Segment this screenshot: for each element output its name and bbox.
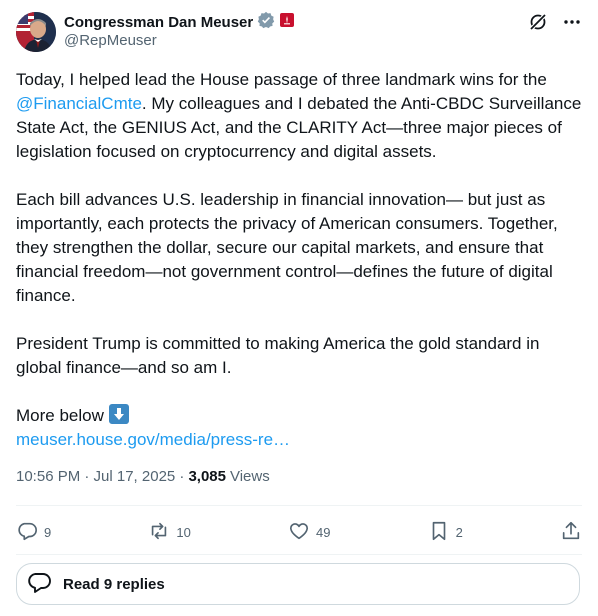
- replies-bubble-icon: [25, 568, 53, 601]
- like-icon: [288, 520, 310, 545]
- author-name-row: Congressman Dan Meuser: [64, 11, 295, 34]
- verified-badge-icon[interactable]: [257, 11, 275, 34]
- repost-count: 10: [176, 524, 191, 540]
- divider: [16, 505, 582, 506]
- reply-count: 9: [44, 524, 52, 540]
- tweet-paragraph-1: Today, I helped lead the House passage o…: [16, 68, 586, 164]
- tweet-paragraph-4: More below meuser.house.gov/media/press-…: [16, 404, 586, 452]
- reply-button[interactable]: 9: [16, 520, 51, 545]
- share-button[interactable]: [560, 520, 582, 545]
- repost-icon: [148, 520, 170, 545]
- repost-button[interactable]: 10: [148, 520, 191, 545]
- top-actions: [528, 12, 582, 32]
- house-affiliation-icon[interactable]: [279, 12, 295, 33]
- tweet-text: Today, I helped lead the House passage o…: [16, 68, 586, 452]
- views-count: 3,085: [188, 468, 226, 485]
- author-handle[interactable]: @RepMeuser: [64, 32, 157, 49]
- tweet-paragraph-2: Each bill advances U.S. leadership in fi…: [16, 190, 558, 305]
- post-timestamp[interactable]: 10:56 PM · Jul 17, 2025 ·: [16, 468, 184, 485]
- views-label: Views: [229, 468, 270, 485]
- like-count: 49: [315, 524, 331, 540]
- author-display-name[interactable]: Congressman Dan Meuser: [64, 14, 253, 31]
- tweet-text-segment: Today, I helped lead the House passage o…: [16, 70, 547, 89]
- avatar[interactable]: [16, 12, 56, 52]
- read-replies-button[interactable]: Read 9 replies: [16, 563, 580, 605]
- bookmark-count: 2: [455, 524, 463, 540]
- more-below-text: More below: [16, 406, 109, 425]
- arrow-down-emoji-icon: [108, 404, 129, 424]
- post-meta: 10:56 PM · Jul 17, 2025 · 3,085 Views: [16, 468, 270, 485]
- divider: [16, 554, 582, 555]
- bookmark-icon: [428, 520, 450, 545]
- like-button[interactable]: 49: [288, 520, 330, 545]
- more-icon[interactable]: [562, 12, 582, 32]
- tweet-paragraph-3: President Trump is committed to making A…: [16, 334, 540, 377]
- grok-icon[interactable]: [528, 12, 548, 32]
- action-bar: 9 10 49 2: [16, 516, 582, 548]
- post: Congressman Dan Meuser @RepMeuser Today,…: [0, 0, 598, 616]
- share-icon: [560, 520, 582, 545]
- reply-icon: [16, 520, 38, 545]
- mention-link[interactable]: @FinancialCmte: [16, 94, 142, 113]
- press-release-link[interactable]: meuser.house.gov/media/press-re…: [16, 430, 290, 449]
- bookmark-button[interactable]: 2: [428, 520, 463, 545]
- read-replies-label: Read 9 replies: [63, 575, 165, 593]
